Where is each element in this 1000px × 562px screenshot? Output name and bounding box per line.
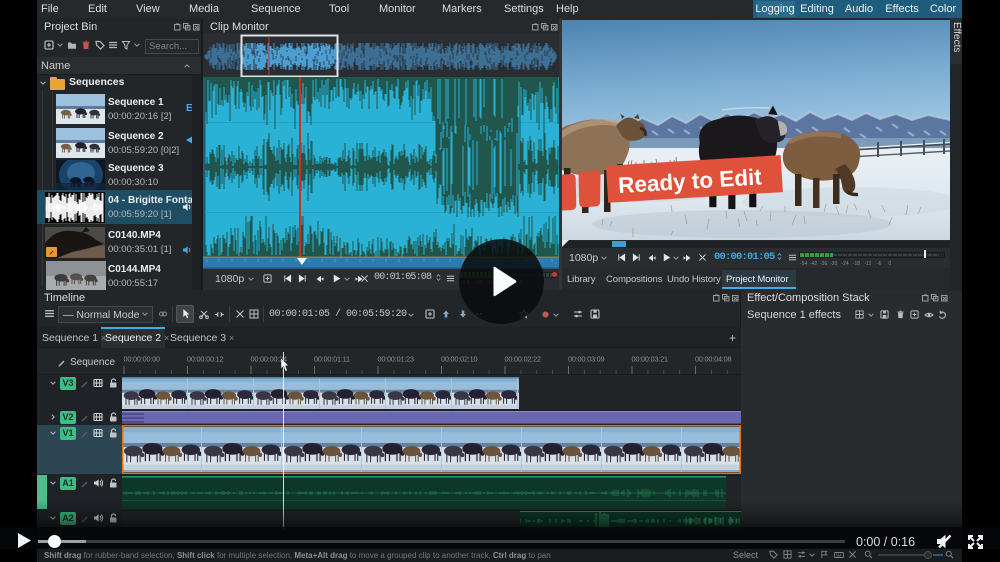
svg-text:00:00:01:23: 00:00:01:23 xyxy=(378,355,414,364)
svg-text:00:00:03:09: 00:00:03:09 xyxy=(568,355,604,364)
svg-text:00:00:02:22: 00:00:02:22 xyxy=(505,355,541,364)
svg-text:00:00:04:08: 00:00:04:08 xyxy=(695,355,731,364)
svg-text:00:00:03:21: 00:00:03:21 xyxy=(632,355,668,364)
svg-text:00:00:00:00: 00:00:00:00 xyxy=(124,355,160,364)
svg-text:00:00:02:10: 00:00:02:10 xyxy=(441,355,477,364)
svg-text:00:00:00:12: 00:00:00:12 xyxy=(187,355,223,364)
svg-text:00:00:01:11: 00:00:01:11 xyxy=(314,355,350,364)
